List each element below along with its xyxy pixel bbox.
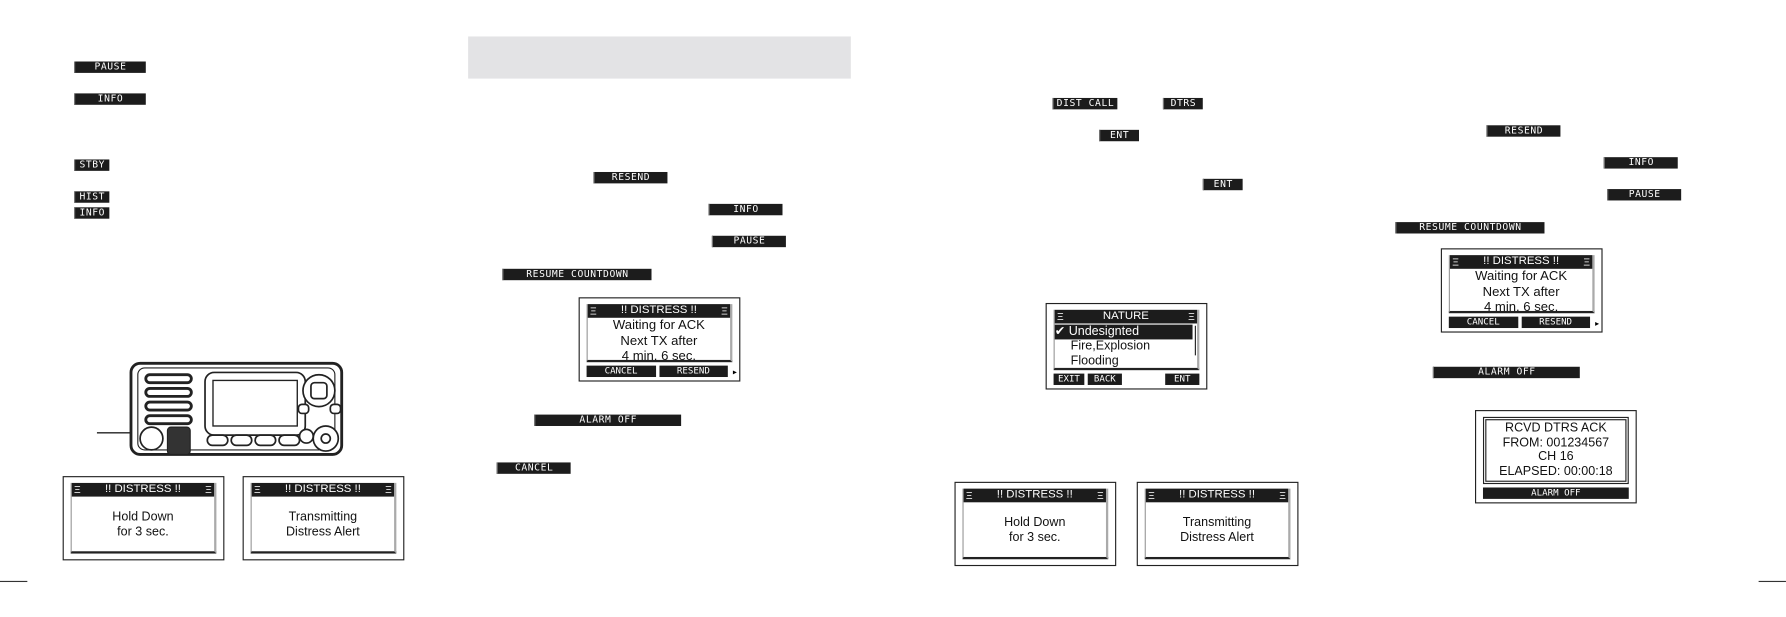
distress-key bbox=[166, 426, 191, 456]
manual-spread: PAUSE INFO STBY HIST INFO Ξ !! DISTRESS !… bbox=[0, 0, 1786, 617]
lcd-title: !! DISTRESS !! bbox=[620, 304, 697, 317]
lcd-line: Waiting for ACK bbox=[1475, 269, 1568, 284]
knob-left bbox=[139, 426, 164, 451]
lcd-line: Distress Alert bbox=[1180, 530, 1254, 545]
nature-item: Fire,Explosion bbox=[1070, 339, 1151, 354]
menu-icon: Ξ bbox=[1583, 256, 1591, 268]
menu-icon: Ξ bbox=[205, 484, 212, 496]
menu-icon: Ξ bbox=[1279, 489, 1286, 502]
lcd-waiting-ack: Ξ !! DISTRESS !! Ξ Waiting for ACK Next TX … bbox=[578, 297, 741, 382]
lcd-nature: Ξ NATURE Ξ ✔ Undesignted Fire,Explosion Fl… bbox=[1045, 302, 1208, 390]
lcd-line: for 3 sec. bbox=[1009, 530, 1061, 545]
section-banner bbox=[468, 36, 851, 79]
info-key: INFO bbox=[74, 93, 146, 105]
dtrs-key: DTRS bbox=[1162, 97, 1203, 110]
lcd-dtrs-ack: RCVD DTRS ACK FROM: 001234567 CH 16 ELAP… bbox=[1475, 410, 1637, 504]
lcd-title: !! DISTRESS !! bbox=[104, 482, 181, 496]
lcd-hold-down: Ξ !! DISTRESS !! Ξ Hold Down for 3 sec. bbox=[954, 481, 1117, 567]
ent-key: ENT bbox=[1202, 178, 1243, 191]
lcd-line: for 3 sec. bbox=[117, 525, 169, 539]
resume-countdown-key: RESUME COUNTDOWN bbox=[502, 268, 652, 281]
lcd-line: ELAPSED: 00:00:18 bbox=[1499, 464, 1613, 478]
nature-item: Flooding bbox=[1070, 354, 1119, 368]
alarm-off-key: ALARM OFF bbox=[1432, 366, 1580, 379]
info-key: INFO bbox=[1603, 157, 1678, 169]
lcd-line: RCVD DTRS ACK bbox=[1505, 421, 1607, 436]
menu-icon: Ξ bbox=[74, 484, 81, 496]
menu-icon: Ξ bbox=[721, 305, 728, 317]
lcd-waiting-ack: Ξ !! DISTRESS !! Ξ Waiting for ACK Next TX … bbox=[1440, 248, 1603, 333]
lcd-line: Next TX after bbox=[1482, 285, 1560, 299]
ent-key: ENT bbox=[1099, 129, 1139, 142]
resume-countdown-key: RESUME COUNTDOWN bbox=[1395, 222, 1545, 234]
menu-icon: Ξ bbox=[590, 305, 597, 317]
pause-key: PAUSE bbox=[711, 235, 786, 248]
menu-icon: Ξ bbox=[253, 484, 261, 496]
menu-icon: Ξ bbox=[385, 484, 392, 496]
pause-key: PAUSE bbox=[1607, 189, 1682, 201]
lcd-line: CH 16 bbox=[1538, 449, 1574, 464]
lcd-title: !! DISTRESS !! bbox=[996, 488, 1073, 502]
page-edge-mark bbox=[0, 580, 28, 583]
lcd-line: Hold Down bbox=[112, 510, 174, 524]
lcd-transmitting: Ξ !! DISTRESS !! Ξ Transmitting Distress Al… bbox=[242, 476, 405, 561]
softkey-resend: RESEND bbox=[658, 365, 728, 378]
softkey-exit: EXIT bbox=[1053, 373, 1085, 385]
lcd-line: Next TX after bbox=[620, 334, 698, 348]
resend-key: RESEND bbox=[1486, 125, 1561, 137]
softkey-cancel: CANCEL bbox=[1448, 316, 1518, 329]
softkey-back: BACK bbox=[1087, 373, 1122, 385]
check-icon: ✔ bbox=[1054, 324, 1069, 339]
softkey-ent: ENT bbox=[1165, 373, 1200, 385]
lcd-title: !! DISTRESS !! bbox=[1179, 488, 1256, 502]
menu-icon: Ξ bbox=[1148, 489, 1155, 502]
alarm-off-key: ALARM OFF bbox=[534, 414, 682, 426]
lcd-title: !! DISTRESS !! bbox=[1483, 255, 1560, 268]
menu-icon: Ξ bbox=[1188, 310, 1195, 323]
menu-icon: Ξ bbox=[1452, 256, 1459, 268]
radio-illustration bbox=[96, 361, 344, 456]
softkey-cancel: CANCEL bbox=[586, 365, 656, 378]
dist-call-key: DIST CALL bbox=[1052, 97, 1118, 110]
info-key: INFO bbox=[708, 203, 783, 216]
page-edge-mark bbox=[1758, 580, 1786, 583]
lcd-line: Waiting for ACK bbox=[612, 318, 705, 333]
lcd-line: Distress Alert bbox=[285, 525, 360, 539]
arrow-right-icon: ▸ bbox=[732, 367, 737, 378]
lcd-title: !! DISTRESS !! bbox=[284, 482, 361, 496]
lcd-line: Transmitting bbox=[1182, 515, 1252, 530]
cancel-key: CANCEL bbox=[496, 462, 571, 474]
menu-icon: Ξ bbox=[965, 489, 973, 502]
resend-key: RESEND bbox=[593, 171, 668, 184]
pause-key: PAUSE bbox=[74, 61, 146, 73]
scrollbar bbox=[1194, 325, 1196, 356]
softkey-resend: RESEND bbox=[1521, 316, 1591, 329]
lcd-line: 4 min. 6 sec. bbox=[1483, 300, 1559, 315]
ack-frame: RCVD DTRS ACK FROM: 001234567 CH 16 ELAP… bbox=[1482, 416, 1629, 485]
lcd-line: 4 min. 6 sec. bbox=[621, 349, 697, 364]
nature-item-selected: ✔ Undesignted bbox=[1054, 324, 1193, 340]
lcd-line: Transmitting bbox=[288, 510, 358, 524]
lcd-line: FROM: 001234567 bbox=[1502, 435, 1610, 450]
hist-key: HIST bbox=[74, 191, 110, 203]
stby-key: STBY bbox=[74, 159, 110, 171]
lcd-transmitting: Ξ !! DISTRESS !! Ξ Transmitting Distress Al… bbox=[1136, 481, 1299, 567]
menu-icon: Ξ bbox=[1056, 310, 1064, 323]
info-key-small: INFO bbox=[74, 207, 110, 219]
arrow-right-icon: ▸ bbox=[1595, 318, 1600, 329]
lcd-title: NATURE bbox=[1102, 309, 1149, 323]
lcd-hold-down: Ξ !! DISTRESS !! Ξ Hold Down for 3 sec. bbox=[62, 476, 225, 561]
menu-icon: Ξ bbox=[1097, 489, 1104, 502]
lcd-line: Hold Down bbox=[1004, 515, 1066, 530]
softkey-alarm-off: ALARM OFF bbox=[1482, 487, 1629, 499]
